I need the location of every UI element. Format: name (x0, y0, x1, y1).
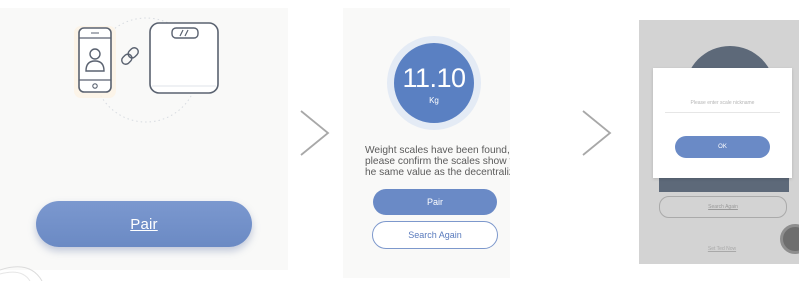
weight-display: 11.10 Kg (394, 43, 474, 123)
found-message: Weight scales have been found, please co… (365, 145, 510, 178)
chevron-right-icon (300, 110, 330, 156)
onboarding-steps: Pair 11.10 Kg Weight scales have been fo… (0, 0, 799, 281)
ok-button[interactable]: OK (675, 136, 770, 158)
scale-icon (149, 22, 219, 94)
confirm-scale-screen: 11.10 Kg Weight scales have been found, … (343, 8, 510, 278)
pair-button[interactable]: Pair (373, 189, 497, 215)
nickname-input[interactable]: Please enter scale nickname (665, 94, 780, 113)
search-again-button[interactable]: Search Again (372, 221, 498, 249)
pair-button[interactable]: Pair (36, 201, 252, 247)
chevron-right-icon (582, 110, 612, 156)
decorative-arc (0, 266, 43, 281)
weight-unit: Kg (429, 96, 439, 105)
nickname-screen: Search Again Set Ted Now Please enter sc… (639, 20, 799, 264)
pair-button-label: Pair (130, 215, 158, 233)
phone-icon (78, 27, 112, 93)
background-search-button: Search Again (659, 196, 787, 218)
pairing-illustration (74, 17, 219, 123)
nickname-dialog: Please enter scale nickname OK (653, 68, 792, 178)
floating-action-button[interactable] (780, 224, 799, 254)
background-link: Set Ted Now (707, 246, 737, 252)
link-icon (121, 47, 139, 65)
weight-value: 11.10 (402, 63, 466, 93)
